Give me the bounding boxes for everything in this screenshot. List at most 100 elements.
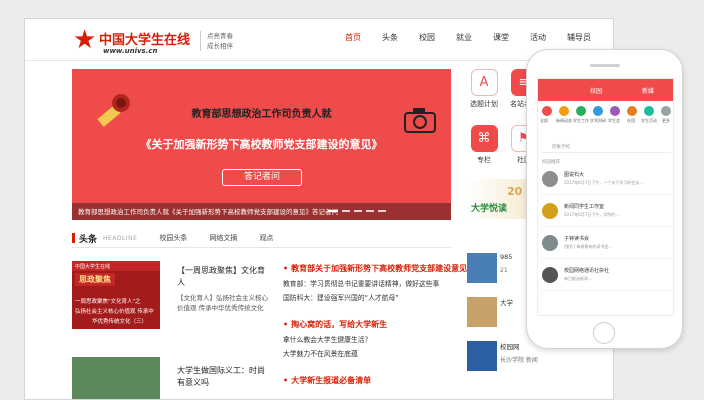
avatar <box>542 235 558 251</box>
banner-year: 20 <box>507 185 523 198</box>
news-group: 掏心窝的话，写给大学新生 拿什么教会大学生健康生活？ 大学魅力不在风景在底蕴 <box>283 319 387 358</box>
nav-counselor[interactable]: 辅导员 <box>567 32 591 48</box>
banner-text: 大学悦读 <box>471 204 508 214</box>
news-group: 教育部关于加强新形势下高校教师党支部建设意见 教育部：学习贯彻总书记重要讲话精神… <box>283 263 467 302</box>
nav-campus[interactable]: 校园 <box>419 32 435 48</box>
article-thumbnail[interactable]: 中国大学生在线 思政聚焦 一周思政聚焦"文化育人"之 弘扬社会主义核心价值观 传… <box>72 261 160 329</box>
phone-header: 校园 新媒 <box>538 79 673 101</box>
thumb-line: 一周思政聚焦"文化育人"之 <box>75 299 141 305</box>
news-item[interactable]: 教育部：学习贯彻总书记重要讲话精神，做好这些事 <box>283 278 467 288</box>
logo-text: 中国大学生在线 <box>99 33 191 48</box>
nav-classroom[interactable]: 课堂 <box>493 32 509 48</box>
carousel-dot[interactable] <box>328 210 338 212</box>
quick-link-label: 选题计划 <box>470 100 498 108</box>
phone-list-item[interactable]: 图说石大 2017年6月7日下午，一个关于学习的会议... <box>542 167 671 195</box>
activity-icon[interactable] <box>644 106 654 116</box>
avatar <box>542 203 558 219</box>
student-union-icon[interactable] <box>610 106 620 116</box>
phone-item-sub: 每日推送新闻... <box>564 276 592 281</box>
phone-list-item[interactable]: 子钟读书会 [图片] 每周都有的读书会... <box>542 231 671 259</box>
side-card-sub: 21 <box>500 267 508 274</box>
slogan-line: 点亮青春 <box>207 32 233 40</box>
stage: ★ 中国大学生在线 www.univs.cn 点亮青春 成长相伴 首页 头条 校… <box>0 0 704 400</box>
phone-icon-label: 学生活动 <box>641 118 657 123</box>
phone-icon-label: 新闻动态 <box>556 118 572 123</box>
news-item[interactable]: 国防科大：建设强军兴国的“人才航母” <box>283 292 467 302</box>
news-item[interactable]: 拿什么教会大学生健康生活？ <box>283 334 387 344</box>
star-logo-icon: ★ <box>73 25 97 55</box>
section-marker <box>72 233 75 243</box>
phone-icon-label: 学生会 <box>608 118 620 123</box>
news-icon[interactable] <box>559 106 569 116</box>
phone-tab-campus[interactable]: 校园 <box>590 86 602 95</box>
article-desc: 【文化育人】弘扬社会主义核心价值观 传承中华优秀传统文化 <box>177 294 268 312</box>
phone-icon-label: 社团 <box>627 118 635 123</box>
side-card-title: 大学 <box>500 299 513 307</box>
news-headline[interactable]: 大学新生报道必备清单 <box>283 375 371 386</box>
phone-item-sub: 2017年6月7日下午，学院的... <box>564 212 620 217</box>
home-button[interactable] <box>593 322 615 344</box>
phone-item-title: 新闻同学生工作室 <box>564 204 605 210</box>
phone-list-item[interactable]: 新闻同学生工作室 2017年6月7日下午，学院的... <box>542 199 671 227</box>
phone-tab-newmedia[interactable]: 新媒 <box>642 86 654 95</box>
quick-link-topic-plan[interactable]: A 选题计划 <box>467 69 501 109</box>
phone-speaker <box>590 64 620 67</box>
nav-headline[interactable]: 头条 <box>382 32 398 48</box>
nav-jobs[interactable]: 就业 <box>456 32 472 48</box>
phone-search-field[interactable]: 印象学校 <box>542 143 671 153</box>
hero-caption-bar: 教育部思想政治工作司负责人就《关于加强新形势下高校教师党支部建设的意见》答记者问 <box>72 203 451 220</box>
interview-button[interactable]: 答记者问 <box>222 169 302 186</box>
news-group: 大学新生报道必备清单 <box>283 375 371 386</box>
hero-caption[interactable]: 教育部思想政治工作司负责人就《关于加强新形势下高校教师党支部建设的意见》答记者问 <box>78 206 338 216</box>
article-title[interactable]: 大学生做国际义工：时尚有意义吗 <box>177 365 269 389</box>
phone-icon-label: 学生工作 <box>573 118 589 123</box>
club-icon[interactable] <box>627 106 637 116</box>
more-icon[interactable] <box>661 106 671 116</box>
avatar <box>542 171 558 187</box>
phone-item-sub: [图片] 每周都有的读书会... <box>564 244 613 249</box>
carousel-dot[interactable] <box>366 210 374 212</box>
quick-link-label: 专栏 <box>477 156 491 164</box>
section-subtitle: HEADLINE <box>103 234 138 242</box>
news-headline[interactable]: 掏心窝的话，写给大学新生 <box>283 319 387 330</box>
paperclip-icon: ⌘ <box>470 125 498 152</box>
carousel-dot[interactable] <box>354 210 362 212</box>
app-store-icon: A <box>470 69 498 96</box>
side-card-thumb <box>467 297 497 327</box>
all-icon[interactable] <box>542 106 552 116</box>
phone-icon-grid: 全部 新闻动态 学生工作 学术科研 学生会 社团 学生活动 更多 <box>538 103 673 143</box>
section-divider <box>72 247 451 248</box>
student-work-icon[interactable] <box>576 106 586 116</box>
nav-activities[interactable]: 活动 <box>530 32 546 48</box>
tab-opinion[interactable]: 观点 <box>259 233 273 243</box>
logo-domain: www.univs.cn <box>103 47 158 55</box>
tab-web-digest[interactable]: 网络文摘 <box>209 233 237 243</box>
article-title[interactable]: 【一周思政聚焦】文化育人 <box>177 265 269 289</box>
hero-headline-2: 《关于加强新形势下高校教师党支部建设的意见》 <box>140 138 383 151</box>
quick-link-column[interactable]: ⌘ 专栏 <box>467 125 501 165</box>
article-thumbnail[interactable] <box>72 357 160 399</box>
carousel-dot[interactable] <box>342 210 350 212</box>
news-item[interactable]: 大学魅力不在风景在底蕴 <box>283 348 387 358</box>
news-headline[interactable]: 教育部关于加强新形势下高校教师党支部建设意见 <box>283 263 467 274</box>
headline-section-header: 头条 HEADLINE 校园头条 网络文摘 观点 <box>72 231 273 245</box>
side-card[interactable]: 校园网 长沙学院 新闻 <box>467 341 543 381</box>
thumb-line: 弘扬社会主义核心价值观 传承中 <box>75 309 154 315</box>
hero-banner[interactable]: 教育部思想政治工作司负责人就 《关于加强新形势下高校教师党支部建设的意见》 答记… <box>72 69 451 220</box>
phone-item-sub: 2017年6月7日下午，一个关于学习的会议... <box>564 180 644 185</box>
slogan-line: 成长相伴 <box>207 42 233 50</box>
tab-campus-headline[interactable]: 校园头条 <box>159 233 187 243</box>
hero-headline-1: 教育部思想政治工作司负责人就 <box>191 109 332 120</box>
phone-icon-label: 全部 <box>540 118 548 123</box>
phone-icon-label: 学术科研 <box>590 118 606 123</box>
carousel-dot[interactable] <box>378 210 386 212</box>
phone-mockup: 校园 新媒 全部 新闻动态 学生工作 学术科研 学生会 社团 学生活动 更多 印… <box>526 49 683 349</box>
nav-home[interactable]: 首页 <box>345 32 361 48</box>
phone-item-title: 图说石大 <box>564 172 585 178</box>
phone-list-item[interactable]: 校园网络通讯社杂社 每日推送新闻... <box>542 263 671 291</box>
site-logo[interactable]: ★ 中国大学生在线 www.univs.cn <box>73 27 191 61</box>
slogan: 点亮青春 成长相伴 <box>200 31 233 51</box>
main-nav: 首页 头条 校园 就业 课堂 活动 辅导员 <box>345 32 612 48</box>
research-icon[interactable] <box>593 106 603 116</box>
phone-screen: 校园 新媒 全部 新闻动态 学生工作 学术科研 学生会 社团 学生活动 更多 印… <box>537 78 674 316</box>
